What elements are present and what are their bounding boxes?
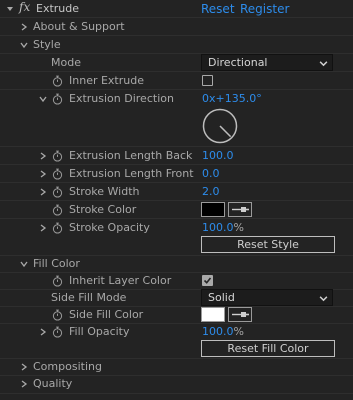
inner-extrude-label: Inner Extrude [69, 74, 144, 87]
stroke-color-swatch[interactable] [201, 202, 225, 217]
side-fill-color-swatch[interactable] [201, 307, 225, 322]
stroke-color-row: Stroke Color [0, 201, 353, 219]
side-fill-color-label: Side Fill Color [69, 308, 144, 321]
quality-group[interactable]: Quality [0, 375, 353, 393]
stopwatch-icon[interactable] [52, 222, 63, 234]
about-support-label: About & Support [33, 20, 125, 33]
style-label: Style [33, 38, 61, 51]
stroke-width-row: Stroke Width 2.0 [0, 183, 353, 201]
effect-name: Extrude [36, 2, 80, 15]
extrusion-length-front-label: Extrusion Length Front [69, 167, 194, 180]
side-fill-mode-label: Side Fill Mode [51, 291, 127, 304]
mode-row: Mode Directional [0, 54, 353, 72]
reset-fill-color-label: Reset Fill Color [227, 342, 309, 355]
fill-color-group[interactable]: Fill Color [0, 255, 353, 273]
side-fill-mode-value: Solid [208, 291, 235, 304]
stroke-opacity-label: Stroke Opacity [69, 221, 150, 234]
inherit-layer-color-row: Inherit Layer Color [0, 272, 353, 290]
extrusion-length-back-row: Extrusion Length Back 100.0 [0, 147, 353, 165]
expand-chevron-icon[interactable] [38, 327, 48, 337]
reset-style-button[interactable]: Reset Style [201, 236, 335, 253]
chevron-down-icon [319, 293, 328, 306]
expand-chevron-icon[interactable] [19, 22, 29, 32]
expand-chevron-icon[interactable] [38, 223, 48, 233]
fill-opacity-row: Fill Opacity 100.0% [0, 323, 353, 341]
effect-header: fx Extrude Reset Register [0, 0, 353, 18]
inner-extrude-row: Inner Extrude [0, 72, 353, 90]
fill-opacity-field: 100.0% [202, 325, 244, 338]
stopwatch-icon[interactable] [52, 326, 63, 338]
inner-extrude-checkbox[interactable] [202, 75, 213, 86]
expand-chevron-icon[interactable] [38, 187, 48, 197]
stopwatch-icon[interactable] [52, 204, 63, 216]
eyedropper-icon[interactable] [228, 202, 252, 217]
quality-label: Quality [33, 377, 73, 390]
fill-color-label: Fill Color [33, 257, 80, 270]
stroke-opacity-field: 100.0% [202, 221, 244, 234]
stroke-opacity-value[interactable]: 100.0 [202, 221, 234, 234]
inherit-layer-color-checkbox[interactable] [202, 275, 213, 286]
stroke-opacity-row: Stroke Opacity 100.0% [0, 219, 353, 237]
angle-dial[interactable] [201, 107, 239, 145]
compositing-label: Compositing [33, 360, 102, 373]
mode-label: Mode [51, 56, 81, 69]
stroke-color-label: Stroke Color [69, 203, 137, 216]
collapse-chevron-icon[interactable] [19, 259, 29, 269]
side-fill-mode-dropdown[interactable]: Solid [201, 289, 333, 306]
expand-chevron-icon[interactable] [38, 169, 48, 179]
side-fill-mode-row: Side Fill Mode Solid [0, 289, 353, 307]
reset-link[interactable]: Reset [201, 2, 235, 16]
mode-dropdown-value: Directional [208, 56, 268, 69]
fx-badge[interactable]: fx [19, 0, 30, 14]
reset-style-label: Reset Style [237, 238, 299, 251]
expand-chevron-icon[interactable] [19, 379, 29, 389]
fill-opacity-value[interactable]: 100.0 [202, 325, 234, 338]
collapse-chevron-icon[interactable] [38, 94, 48, 104]
style-group[interactable]: Style [0, 36, 353, 54]
stopwatch-icon[interactable] [52, 150, 63, 162]
fill-opacity-unit: % [233, 325, 244, 338]
stroke-width-label: Stroke Width [69, 185, 140, 198]
compositing-group[interactable]: Compositing [0, 358, 353, 376]
stopwatch-icon[interactable] [52, 168, 63, 180]
extrusion-direction-value[interactable]: 0x+135.0° [202, 92, 262, 105]
side-fill-color-row: Side Fill Color [0, 306, 353, 324]
collapse-effect-icon[interactable] [5, 4, 15, 14]
stroke-opacity-unit: % [233, 221, 244, 234]
collapse-chevron-icon[interactable] [19, 40, 29, 50]
reset-fill-color-button[interactable]: Reset Fill Color [201, 340, 335, 357]
stopwatch-icon[interactable] [52, 75, 63, 87]
extrusion-length-back-label: Extrusion Length Back [69, 149, 193, 162]
about-support-group[interactable]: About & Support [0, 18, 353, 36]
stroke-width-value[interactable]: 2.0 [202, 185, 220, 198]
extrusion-direction-row: Extrusion Direction 0x+135.0° [0, 90, 353, 108]
mode-dropdown[interactable]: Directional [201, 54, 333, 71]
stopwatch-icon[interactable] [52, 93, 63, 105]
extrusion-length-front-value[interactable]: 0.0 [202, 167, 220, 180]
checkmark-icon [203, 277, 212, 284]
chevron-down-icon [319, 58, 328, 71]
register-link[interactable]: Register [240, 2, 289, 16]
stopwatch-icon[interactable] [52, 186, 63, 198]
stopwatch-icon[interactable] [52, 275, 63, 287]
stopwatch-icon[interactable] [52, 309, 63, 321]
eyedropper-icon[interactable] [228, 307, 252, 322]
fill-opacity-label: Fill Opacity [69, 325, 130, 338]
expand-chevron-icon[interactable] [38, 151, 48, 161]
expand-chevron-icon[interactable] [19, 362, 29, 372]
extrusion-length-back-value[interactable]: 100.0 [202, 149, 234, 162]
inherit-layer-color-label: Inherit Layer Color [69, 274, 172, 287]
extrusion-length-front-row: Extrusion Length Front 0.0 [0, 165, 353, 183]
extrusion-direction-label: Extrusion Direction [69, 92, 174, 105]
